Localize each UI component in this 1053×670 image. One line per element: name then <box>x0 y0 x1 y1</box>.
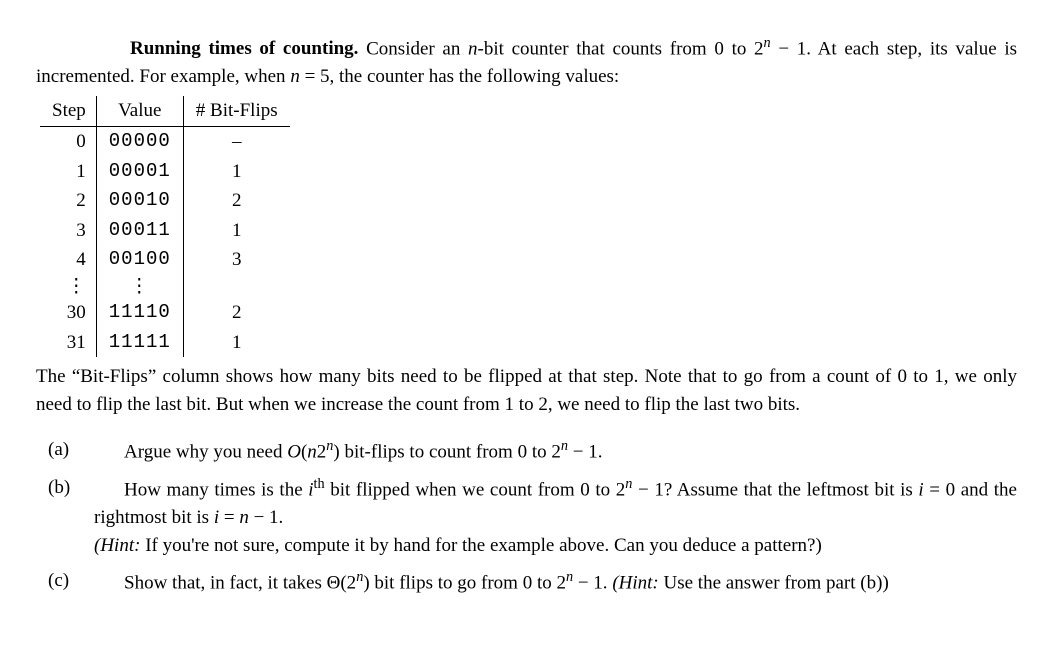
table-row: 30 11110 2 <box>40 298 290 328</box>
col-header-step: Step <box>40 96 96 126</box>
explanation-text: The “Bit-Flips” column shows how many bi… <box>36 363 1017 418</box>
table-row: 3 00011 1 <box>40 216 290 246</box>
part-b: (b) How many times is the ith bit flippe… <box>48 474 1017 559</box>
part-label: (b) <box>48 474 70 502</box>
hint-c: (Hint: Use the answer from part (b)) <box>612 572 888 593</box>
table-row-ellipsis: ⋮ ⋮ <box>40 275 290 298</box>
part-c: (c) Show that, in fact, it takes Θ(2n) b… <box>48 567 1017 597</box>
table-row: 4 00100 3 <box>40 245 290 275</box>
problem-intro: Running times of counting. Consider an n… <box>36 33 1017 90</box>
col-header-value: Value <box>96 96 183 126</box>
intro-text-2: -bit counter that counts from 0 to 2 <box>478 38 764 59</box>
table-row: 1 00001 1 <box>40 157 290 187</box>
problem-title: Running times of counting. <box>130 38 358 59</box>
col-header-flips: # Bit-Flips <box>183 96 289 126</box>
table-header-row: Step Value # Bit-Flips <box>40 96 290 126</box>
table-row: 0 00000 – <box>40 126 290 156</box>
intro-text-1: Consider an <box>366 38 468 59</box>
exp-n: n <box>764 35 771 51</box>
part-label: (a) <box>48 436 69 464</box>
hint-b: (Hint: If you're not sure, compute it by… <box>94 535 822 556</box>
part-a: (a) Argue why you need O(n2n) bit-flips … <box>48 436 1017 466</box>
var-n2: n <box>290 66 300 87</box>
subparts-list: (a) Argue why you need O(n2n) bit-flips … <box>48 436 1017 597</box>
table-row: 2 00010 2 <box>40 186 290 216</box>
var-n: n <box>468 38 478 59</box>
part-label: (c) <box>48 567 69 595</box>
counter-table: Step Value # Bit-Flips 0 00000 – 1 00001… <box>40 96 290 357</box>
table-row: 31 11111 1 <box>40 328 290 358</box>
intro-text-4: = 5, the counter has the following value… <box>300 66 619 87</box>
